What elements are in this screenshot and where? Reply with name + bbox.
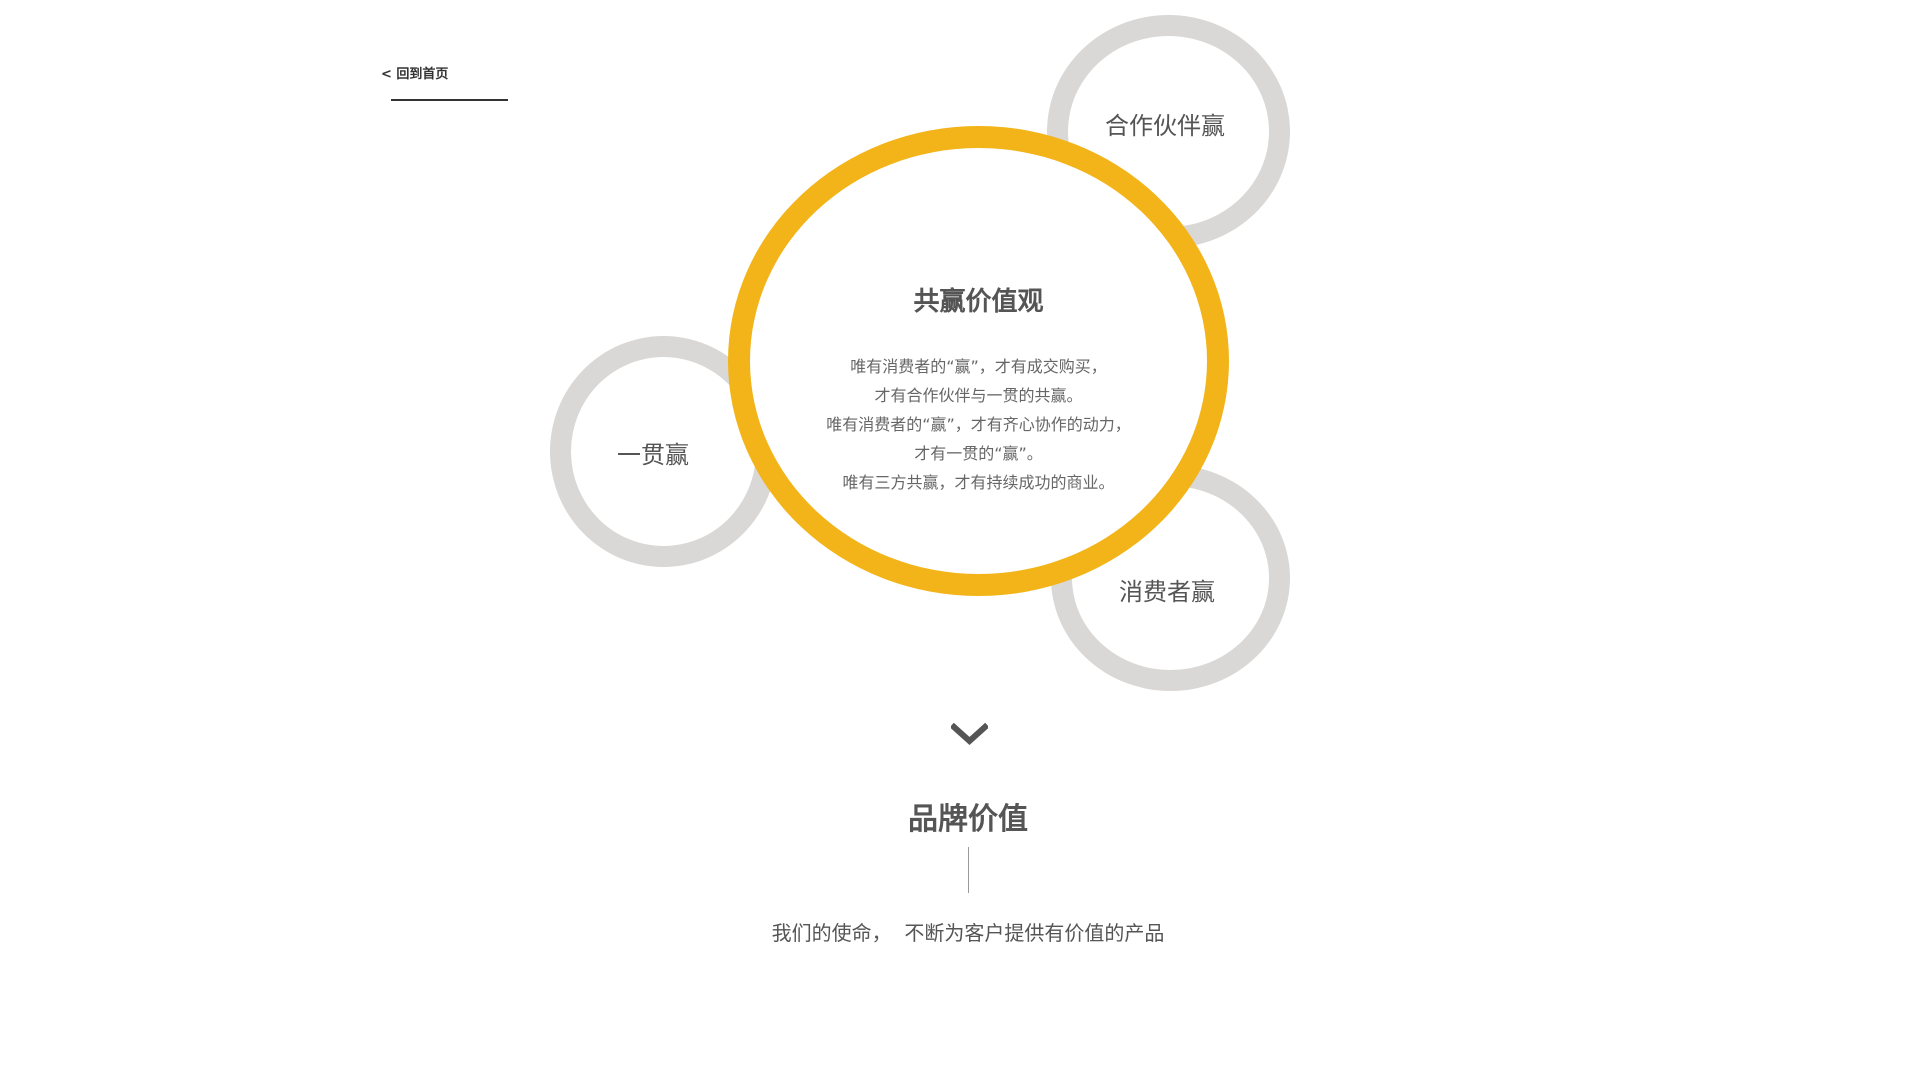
back-link-underline	[391, 99, 508, 101]
partner-win-label: 合作伙伴赢	[1105, 112, 1225, 140]
chevron-down-icon[interactable]	[949, 722, 990, 750]
values-line: 唯有消费者的“赢”，才有齐心协作的动力，	[826, 415, 1131, 434]
ring-shared-win-values: 共赢价值观 唯有消费者的“赢”，才有成交购买， 才有合作伙伴与一贯的共赢。 唯有…	[728, 126, 1229, 596]
values-line: 才有合作伙伴与一贯的共赢。	[874, 386, 1083, 405]
brand-mission-text: 我们的使命， 不断为客户提供有价值的产品	[771, 921, 1165, 945]
consumer-win-label: 消费者赢	[1119, 578, 1215, 606]
shared-win-values-title: 共赢价值观	[913, 287, 1044, 317]
values-line: 唯有消费者的“赢”，才有成交购买，	[850, 357, 1107, 376]
values-line: 才有一贯的“赢”。	[914, 444, 1043, 463]
back-to-home-link[interactable]: < 回到首页	[381, 63, 448, 82]
consistent-win-label: 一贯赢	[617, 441, 689, 469]
brand-value-title: 品牌价值	[908, 802, 1028, 837]
values-line: 唯有三方共赢，才有持续成功的商业。	[842, 473, 1115, 492]
brand-divider	[968, 847, 969, 893]
shared-win-values-text: 唯有消费者的“赢”，才有成交购买， 才有合作伙伴与一贯的共赢。 唯有消费者的“赢…	[750, 352, 1207, 497]
